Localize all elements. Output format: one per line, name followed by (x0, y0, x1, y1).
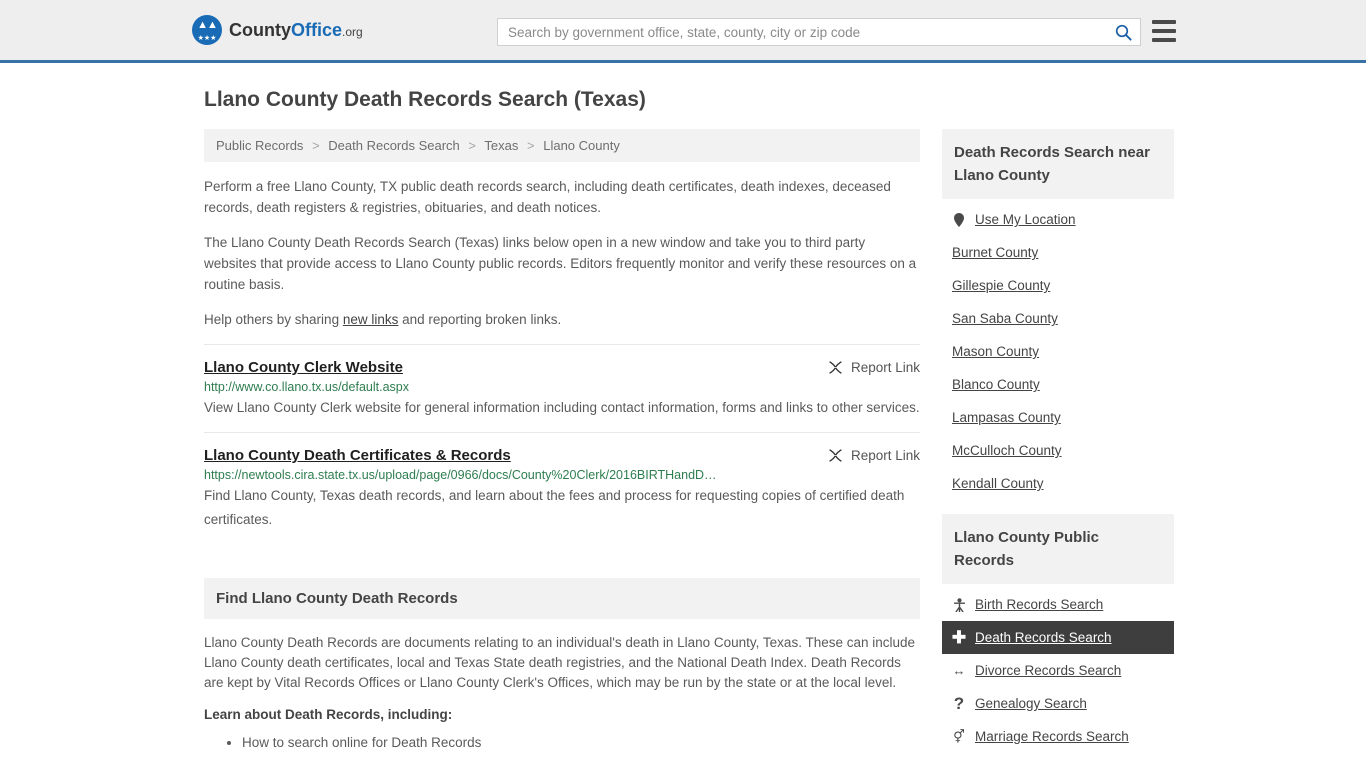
sidebar-link-label[interactable]: Blanco County (952, 377, 1040, 392)
breadcrumb-separator: > (527, 138, 535, 153)
breadcrumb: Public Records > Death Records Search > … (204, 129, 920, 162)
topics-list: How to search online for Death Records (204, 732, 920, 754)
sidebar-item-burnet-county[interactable]: Burnet County (942, 236, 1174, 269)
sidebar-item-genealogy-search[interactable]: ? Genealogy Search (942, 687, 1174, 720)
sidebar-link-label[interactable]: Mason County (952, 344, 1039, 359)
result-description: Find Llano County, Texas death records, … (204, 488, 905, 527)
hamburger-bar (1152, 38, 1176, 42)
sidebar-link-label[interactable]: Use My Location (975, 212, 1076, 227)
sidebar-link-label[interactable]: McCulloch County (952, 443, 1062, 458)
breadcrumb-item-public-records[interactable]: Public Records (216, 138, 303, 153)
search-bar (497, 18, 1141, 46)
intro-paragraph-1: Perform a free Llano County, TX public d… (204, 179, 891, 215)
report-link-label: Report Link (850, 448, 920, 463)
sidebar-link-label[interactable]: Marriage Records Search (975, 729, 1129, 744)
find-records-heading: Find Llano County Death Records (204, 578, 920, 619)
main-content: Public Records > Death Records Search > … (204, 129, 920, 754)
logo-text-org: .org (342, 24, 363, 39)
sidebar-item-kendall-county[interactable]: Kendall County (942, 467, 1174, 500)
sidebar-link-label[interactable]: Death Records Search (975, 630, 1112, 645)
sidebar-link-label[interactable]: Burnet County (952, 245, 1038, 260)
hamburger-bar (1152, 29, 1176, 33)
result-url: http://www.co.llano.tx.us/default.aspx (204, 380, 409, 394)
breadcrumb-separator: > (312, 138, 320, 153)
sidebar-item-mason-county[interactable]: Mason County (942, 335, 1174, 368)
result-header: Llano County Clerk Website Report Link (204, 359, 920, 376)
search-icon (1115, 24, 1132, 41)
share-text-after: and reporting broken links. (398, 312, 562, 327)
nearby-counties-card: Death Records Search near Llano County U… (942, 129, 1174, 500)
list-item: How to search online for Death Records (242, 732, 920, 754)
eagle-glyph: ▲▲ (197, 19, 218, 31)
result-header: Llano County Death Certificates & Record… (204, 447, 920, 464)
report-link-button[interactable]: Report Link (828, 359, 920, 375)
broken-link-icon (829, 449, 842, 462)
search-button[interactable] (1106, 19, 1140, 45)
male-female-icon: ⚥ (953, 728, 965, 744)
report-link-label: Report Link (850, 360, 920, 375)
sidebar-link-label[interactable]: Birth Records Search (975, 597, 1103, 612)
sidebar-link-label[interactable]: Genealogy Search (975, 696, 1087, 711)
result-url: https://newtools.cira.state.tx.us/upload… (204, 468, 717, 482)
sidebar-item-gillespie-county[interactable]: Gillespie County (942, 269, 1174, 302)
intro-paragraph-2: The Llano County Death Records Search (T… (204, 235, 917, 292)
nearby-counties-list: Use My Location Burnet County Gillespie … (942, 199, 1174, 500)
sidebar-link-label[interactable]: Kendall County (952, 476, 1044, 491)
sidebar-item-marriage-records-search[interactable]: ⚥ Marriage Records Search (942, 720, 1174, 753)
public-records-card: Llano County Public Records Birth Record… (942, 514, 1174, 753)
broken-link-icon (829, 361, 842, 374)
page-container: Llano County Death Records Search (Texas… (0, 87, 1366, 767)
left-right-arrow-icon: ↔ (952, 662, 966, 678)
sidebar-link-label[interactable]: San Saba County (952, 311, 1058, 326)
site-header: ▲▲ ★★★ CountyOffice.org (0, 0, 1366, 63)
sidebar-link-label[interactable]: Divorce Records Search (975, 663, 1121, 678)
sidebar-item-blanco-county[interactable]: Blanco County (942, 368, 1174, 401)
sidebar-link-label[interactable]: Gillespie County (952, 278, 1050, 293)
hamburger-bar (1152, 20, 1176, 24)
breadcrumb-item-death-records-search[interactable]: Death Records Search (328, 138, 460, 153)
result-item: Llano County Clerk Website Report Link h… (204, 344, 920, 432)
stars-glyph: ★★★ (197, 35, 217, 42)
site-logo[interactable]: ▲▲ ★★★ CountyOffice.org (192, 15, 363, 45)
sidebar-item-birth-records-search[interactable]: Birth Records Search (942, 588, 1174, 621)
find-records-paragraph: Llano County Death Records are documents… (204, 635, 916, 690)
map-pin-icon (952, 212, 966, 227)
breadcrumb-item-texas[interactable]: Texas (484, 138, 518, 153)
nearby-counties-heading: Death Records Search near Llano County (942, 129, 1174, 199)
result-item: Llano County Death Certificates & Record… (204, 432, 920, 544)
search-input[interactable] (498, 19, 1106, 45)
sidebar-item-divorce-records-search[interactable]: ↔ Divorce Records Search (942, 654, 1174, 687)
result-description: View Llano County Clerk website for gene… (204, 400, 920, 415)
learn-about-heading: Learn about Death Records, including: (204, 707, 453, 722)
breadcrumb-separator: > (468, 138, 477, 153)
baby-icon (952, 597, 966, 612)
sidebar-item-san-saba-county[interactable]: San Saba County (942, 302, 1174, 335)
content-columns: Public Records > Death Records Search > … (204, 129, 1174, 767)
result-title-link[interactable]: Llano County Clerk Website (204, 359, 403, 376)
logo-text-county: County (229, 19, 291, 40)
sidebar-item-lampasas-county[interactable]: Lampasas County (942, 401, 1174, 434)
sidebar-item-death-records-search[interactable]: ✚ Death Records Search (942, 621, 1174, 654)
sidebar: Death Records Search near Llano County U… (942, 129, 1174, 767)
public-records-heading: Llano County Public Records (942, 514, 1174, 584)
sidebar-item-use-my-location[interactable]: Use My Location (942, 203, 1174, 236)
result-title-link[interactable]: Llano County Death Certificates & Record… (204, 447, 511, 464)
breadcrumb-item-llano-county[interactable]: Llano County (543, 138, 620, 153)
sidebar-item-mcculloch-county[interactable]: McCulloch County (942, 434, 1174, 467)
find-records-body: Llano County Death Records are documents… (204, 619, 920, 754)
page-title: Llano County Death Records Search (Texas… (204, 88, 646, 111)
public-records-list: Birth Records Search ✚ Death Records Sea… (942, 584, 1174, 753)
report-link-button[interactable]: Report Link (828, 447, 920, 463)
sidebar-link-label[interactable]: Lampasas County (952, 410, 1061, 425)
share-text-before: Help others by sharing (204, 312, 343, 327)
cross-plus-icon: ✚ (951, 627, 967, 647)
logo-text-office: Office (291, 19, 343, 40)
hamburger-menu-icon[interactable] (1152, 20, 1176, 42)
county-office-seal-icon: ▲▲ ★★★ (192, 15, 222, 45)
intro-paragraph-3: Help others by sharing new links and rep… (204, 309, 920, 330)
new-links-link[interactable]: new links (343, 312, 399, 327)
logo-wordmark: CountyOffice.org (229, 20, 363, 41)
question-mark-icon: ? (953, 693, 965, 713)
